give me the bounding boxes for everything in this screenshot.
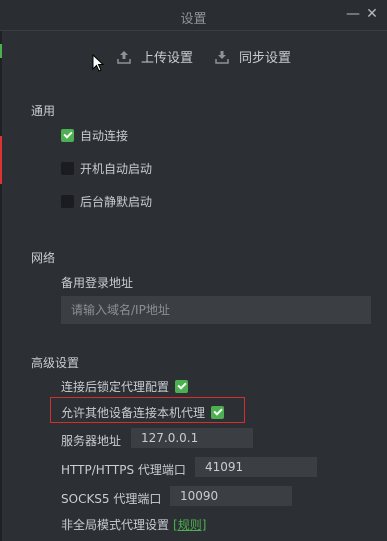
start-on-boot-checkbox[interactable] [61, 162, 74, 175]
lock-proxy-label: 连接后锁定代理配置 [61, 380, 170, 394]
auto-connect-option[interactable]: 自动连接 [61, 127, 128, 144]
auto-connect-checkbox[interactable] [61, 129, 74, 142]
network-section-title: 网络 [31, 251, 56, 265]
lock-proxy-checkbox[interactable] [175, 380, 189, 393]
lock-proxy-option[interactable]: 连接后锁定代理配置 [61, 378, 189, 395]
http-port-input[interactable] [195, 457, 317, 477]
start-on-boot-label: 开机自动启动 [80, 162, 153, 176]
non-global-proxy-label: 非全局模式代理设置 [61, 518, 170, 532]
silent-start-label: 后台静默启动 [80, 195, 153, 209]
socks5-port-label: SOCKS5 代理端口 [61, 492, 162, 506]
allow-other-devices-option[interactable]: 允许其他设备连接本机代理 [61, 404, 225, 421]
sync-settings-button[interactable]: 同步设置 [215, 47, 291, 66]
general-section-title: 通用 [31, 104, 56, 118]
backup-login-input[interactable] [61, 296, 371, 324]
server-address-label: 服务器地址 [61, 434, 122, 448]
close-button[interactable]: ✕ [364, 6, 380, 22]
non-global-proxy-row: 非全局模式代理设置 [规则] [61, 516, 206, 533]
silent-start-checkbox[interactable] [61, 195, 74, 208]
settings-toolbar: 上传设置 同步设置 [0, 47, 387, 71]
upload-icon [117, 50, 131, 64]
allow-other-devices-checkbox[interactable] [211, 406, 225, 419]
left-edge-red-mark [0, 136, 2, 184]
socks5-port-input[interactable] [170, 486, 292, 506]
server-address-input[interactable] [131, 428, 253, 448]
mouse-cursor-icon [92, 54, 104, 72]
rules-link[interactable]: [规则] [173, 518, 206, 532]
sync-settings-label: 同步设置 [239, 51, 292, 66]
left-edge-strip [0, 0, 2, 541]
auto-connect-label: 自动连接 [80, 129, 129, 143]
http-port-label: HTTP/HTTPS 代理端口 [61, 463, 186, 477]
upload-settings-button[interactable]: 上传设置 [117, 47, 193, 66]
upload-settings-label: 上传设置 [141, 51, 194, 66]
title-bar: 设置 — ✕ [0, 0, 387, 31]
silent-start-option[interactable]: 后台静默启动 [61, 193, 152, 210]
advanced-section-title: 高级设置 [31, 356, 80, 370]
minimize-button[interactable]: — [345, 6, 361, 22]
allow-other-devices-label: 允许其他设备连接本机代理 [61, 406, 206, 420]
window-title: 设置 [180, 12, 207, 27]
backup-login-label: 备用登录地址 [61, 276, 134, 290]
start-on-boot-option[interactable]: 开机自动启动 [61, 160, 152, 177]
download-icon [215, 50, 229, 64]
